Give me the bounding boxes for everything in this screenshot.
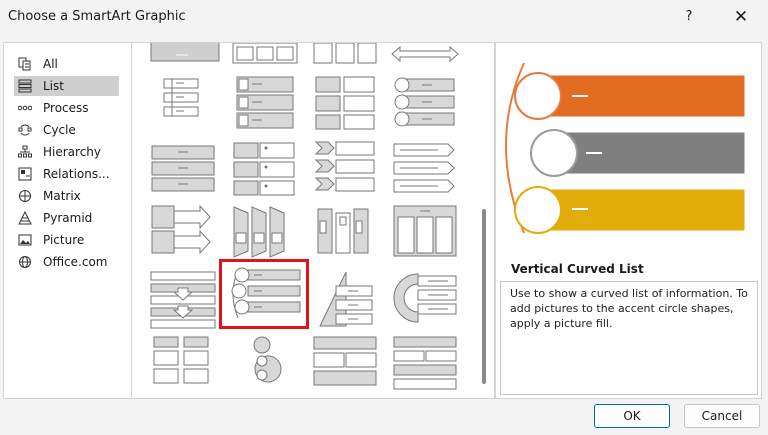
category-label: Picture <box>43 233 85 247</box>
layout-thumbnail[interactable] <box>308 268 382 330</box>
layout-name: Vertical Curved List <box>511 262 644 276</box>
layout-thumbnail[interactable] <box>228 333 302 395</box>
category-item-hierarchy[interactable]: Hierarchy <box>14 142 119 162</box>
layout-thumbnail[interactable] <box>388 43 462 65</box>
layout-thumbnail[interactable] <box>148 43 222 65</box>
category-list: All List Process Cycle Hierarchy Relatio… <box>3 42 131 399</box>
title-bar: Choose a SmartArt Graphic ? ✕ <box>0 0 768 34</box>
category-item-picture[interactable]: Picture <box>14 230 119 250</box>
category-item-pyramid[interactable]: Pyramid <box>14 208 119 228</box>
layout-thumbnail[interactable] <box>308 71 382 133</box>
list-icon <box>17 79 33 93</box>
matrix-icon <box>17 189 33 203</box>
layout-preview-image <box>505 62 745 234</box>
globe-icon <box>17 255 33 269</box>
layout-thumbnail[interactable] <box>228 43 302 65</box>
help-button[interactable]: ? <box>672 4 706 30</box>
layout-thumbnail[interactable] <box>388 138 462 200</box>
pyramid-icon <box>17 211 33 225</box>
dialog-title: Choose a SmartArt Graphic <box>8 9 186 24</box>
process-icon <box>17 101 33 115</box>
category-item-relationship[interactable]: Relations... <box>14 164 119 184</box>
close-button[interactable]: ✕ <box>722 4 760 30</box>
category-item-process[interactable]: Process <box>14 98 119 118</box>
category-item-matrix[interactable]: Matrix <box>14 186 119 206</box>
layout-thumbnail[interactable] <box>308 203 382 265</box>
layout-thumbnail[interactable] <box>228 138 302 200</box>
layout-thumbnail[interactable] <box>228 203 302 265</box>
all-icon <box>17 57 33 71</box>
layout-thumbnail[interactable] <box>228 71 302 133</box>
category-item-all[interactable]: All <box>14 54 119 74</box>
layout-thumbnail[interactable] <box>388 333 462 395</box>
layout-thumbnail[interactable] <box>308 43 382 65</box>
layout-thumbnail-selected[interactable] <box>219 259 309 329</box>
category-label: Office.com <box>43 255 108 269</box>
category-item-office-com[interactable]: Office.com <box>14 252 119 272</box>
layout-thumbnail[interactable] <box>388 71 462 133</box>
layout-thumbnail[interactable] <box>308 333 382 395</box>
hierarchy-icon <box>17 145 33 159</box>
gallery-scrollbar[interactable] <box>480 44 488 397</box>
category-label: Pyramid <box>43 211 93 225</box>
layout-thumbnail[interactable] <box>148 138 222 200</box>
cancel-button[interactable]: Cancel <box>684 404 760 428</box>
picture-icon <box>17 233 33 247</box>
category-label: Relations... <box>43 167 110 181</box>
category-label: Cycle <box>43 123 76 137</box>
layout-thumbnail[interactable] <box>148 71 222 133</box>
layout-gallery <box>131 42 495 399</box>
cycle-icon <box>17 123 33 137</box>
layout-description: Use to show a curved list of information… <box>500 281 758 395</box>
category-label: All <box>43 57 58 71</box>
layout-thumbnail[interactable] <box>148 333 222 395</box>
layout-thumbnail[interactable] <box>308 138 382 200</box>
category-label: Hierarchy <box>43 145 102 159</box>
layout-thumbnail[interactable] <box>388 268 462 330</box>
category-label: List <box>43 79 64 93</box>
layout-thumbnail[interactable] <box>388 203 462 265</box>
category-label: Process <box>43 101 89 115</box>
category-item-cycle[interactable]: Cycle <box>14 120 119 140</box>
category-label: Matrix <box>43 189 81 203</box>
relationship-icon <box>17 167 33 181</box>
ok-button[interactable]: OK <box>594 404 670 428</box>
layout-thumbnail[interactable] <box>148 203 222 265</box>
category-item-list[interactable]: List <box>14 76 119 96</box>
scrollbar-thumb[interactable] <box>482 209 486 384</box>
layout-thumbnail[interactable] <box>148 268 222 330</box>
